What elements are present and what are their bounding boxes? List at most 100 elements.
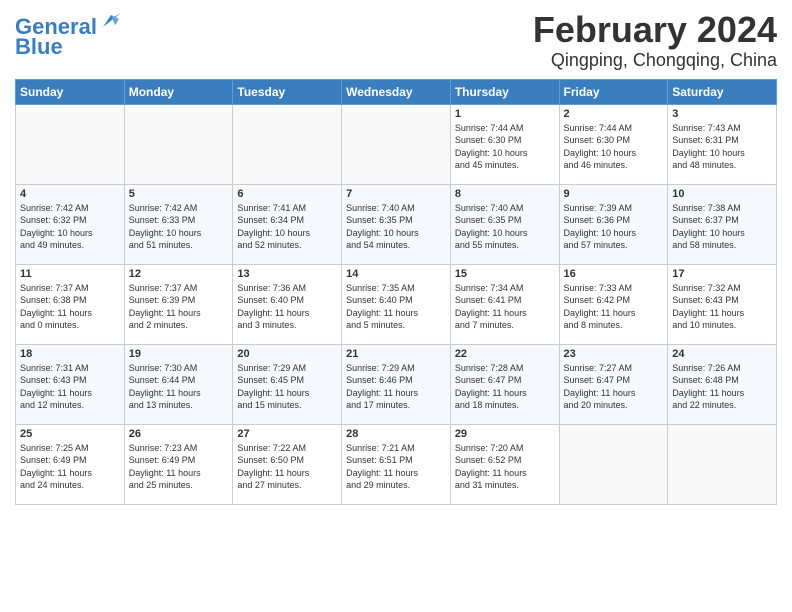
day-number: 23 <box>564 348 664 360</box>
day-info: Sunrise: 7:37 AM Sunset: 6:38 PM Dayligh… <box>20 282 120 332</box>
table-row <box>668 424 777 504</box>
table-row: 18 Sunrise: 7:31 AM Sunset: 6:43 PM Dayli… <box>16 344 125 424</box>
table-row: 19 Sunrise: 7:30 AM Sunset: 6:44 PM Dayli… <box>124 344 233 424</box>
table-row: 8 Sunrise: 7:40 AM Sunset: 6:35 PM Daylig… <box>450 184 559 264</box>
table-row: 15 Sunrise: 7:34 AM Sunset: 6:41 PM Dayli… <box>450 264 559 344</box>
day-number: 22 <box>455 348 555 360</box>
day-info: Sunrise: 7:27 AM Sunset: 6:47 PM Dayligh… <box>564 362 664 412</box>
day-info: Sunrise: 7:23 AM Sunset: 6:49 PM Dayligh… <box>129 442 229 492</box>
calendar-week-row-1: 1 Sunrise: 7:44 AM Sunset: 6:30 PM Daylig… <box>16 104 777 184</box>
table-row: 25 Sunrise: 7:25 AM Sunset: 6:49 PM Dayli… <box>16 424 125 504</box>
day-number: 11 <box>20 268 120 280</box>
logo-text2: Blue <box>15 34 63 59</box>
table-row: 29 Sunrise: 7:20 AM Sunset: 6:52 PM Dayli… <box>450 424 559 504</box>
day-info: Sunrise: 7:39 AM Sunset: 6:36 PM Dayligh… <box>564 202 664 252</box>
day-info: Sunrise: 7:29 AM Sunset: 6:46 PM Dayligh… <box>346 362 446 412</box>
day-number: 29 <box>455 428 555 440</box>
table-row: 22 Sunrise: 7:28 AM Sunset: 6:47 PM Dayli… <box>450 344 559 424</box>
day-number: 27 <box>237 428 337 440</box>
day-info: Sunrise: 7:20 AM Sunset: 6:52 PM Dayligh… <box>455 442 555 492</box>
day-number: 19 <box>129 348 229 360</box>
day-info: Sunrise: 7:44 AM Sunset: 6:30 PM Dayligh… <box>564 122 664 172</box>
table-row: 11 Sunrise: 7:37 AM Sunset: 6:38 PM Dayli… <box>16 264 125 344</box>
day-number: 24 <box>672 348 772 360</box>
day-info: Sunrise: 7:29 AM Sunset: 6:45 PM Dayligh… <box>237 362 337 412</box>
day-number: 28 <box>346 428 446 440</box>
table-row <box>233 104 342 184</box>
day-number: 10 <box>672 188 772 200</box>
col-sunday: Sunday <box>16 79 125 104</box>
day-number: 25 <box>20 428 120 440</box>
day-info: Sunrise: 7:42 AM Sunset: 6:33 PM Dayligh… <box>129 202 229 252</box>
table-row: 6 Sunrise: 7:41 AM Sunset: 6:34 PM Daylig… <box>233 184 342 264</box>
col-wednesday: Wednesday <box>342 79 451 104</box>
day-number: 1 <box>455 108 555 120</box>
day-info: Sunrise: 7:44 AM Sunset: 6:30 PM Dayligh… <box>455 122 555 172</box>
day-number: 18 <box>20 348 120 360</box>
page-container: General Blue February 2024 Qingping, Cho… <box>0 0 792 515</box>
day-number: 12 <box>129 268 229 280</box>
table-row: 5 Sunrise: 7:42 AM Sunset: 6:33 PM Daylig… <box>124 184 233 264</box>
col-tuesday: Tuesday <box>233 79 342 104</box>
table-row: 24Sunrise: 7:26 AM Sunset: 6:48 PM Dayli… <box>668 344 777 424</box>
col-monday: Monday <box>124 79 233 104</box>
table-row: 3Sunrise: 7:43 AM Sunset: 6:31 PM Daylig… <box>668 104 777 184</box>
day-number: 9 <box>564 188 664 200</box>
day-info: Sunrise: 7:40 AM Sunset: 6:35 PM Dayligh… <box>455 202 555 252</box>
table-row <box>342 104 451 184</box>
day-number: 14 <box>346 268 446 280</box>
day-info: Sunrise: 7:36 AM Sunset: 6:40 PM Dayligh… <box>237 282 337 332</box>
day-info: Sunrise: 7:21 AM Sunset: 6:51 PM Dayligh… <box>346 442 446 492</box>
calendar-week-row-3: 11 Sunrise: 7:37 AM Sunset: 6:38 PM Dayli… <box>16 264 777 344</box>
day-info: Sunrise: 7:34 AM Sunset: 6:41 PM Dayligh… <box>455 282 555 332</box>
table-row: 10 Sunrise: 7:38 AM Sunset: 6:37 PM Dayli… <box>668 184 777 264</box>
table-row <box>16 104 125 184</box>
table-row: 4 Sunrise: 7:42 AM Sunset: 6:32 PM Daylig… <box>16 184 125 264</box>
table-row: 23 Sunrise: 7:27 AM Sunset: 6:47 PM Dayli… <box>559 344 668 424</box>
day-number: 16 <box>564 268 664 280</box>
logo: General Blue <box>15 15 123 59</box>
day-info: Sunrise: 7:31 AM Sunset: 6:43 PM Dayligh… <box>20 362 120 412</box>
day-number: 21 <box>346 348 446 360</box>
day-number: 6 <box>237 188 337 200</box>
day-info: Sunrise: 7:22 AM Sunset: 6:50 PM Dayligh… <box>237 442 337 492</box>
calendar-header-row: Sunday Monday Tuesday Wednesday Thursday… <box>16 79 777 104</box>
day-info: Sunrise: 7:32 AM Sunset: 6:43 PM Dayligh… <box>672 282 772 332</box>
table-row: 2Sunrise: 7:44 AM Sunset: 6:30 PM Daylig… <box>559 104 668 184</box>
table-row: 12 Sunrise: 7:37 AM Sunset: 6:39 PM Dayli… <box>124 264 233 344</box>
table-row: 21 Sunrise: 7:29 AM Sunset: 6:46 PM Dayli… <box>342 344 451 424</box>
table-row: 9 Sunrise: 7:39 AM Sunset: 6:36 PM Daylig… <box>559 184 668 264</box>
calendar-week-row-2: 4 Sunrise: 7:42 AM Sunset: 6:32 PM Daylig… <box>16 184 777 264</box>
logo-bird-icon <box>99 11 123 35</box>
day-info: Sunrise: 7:28 AM Sunset: 6:47 PM Dayligh… <box>455 362 555 412</box>
day-info: Sunrise: 7:25 AM Sunset: 6:49 PM Dayligh… <box>20 442 120 492</box>
day-info: Sunrise: 7:35 AM Sunset: 6:40 PM Dayligh… <box>346 282 446 332</box>
calendar-body: 1 Sunrise: 7:44 AM Sunset: 6:30 PM Daylig… <box>16 104 777 504</box>
day-info: Sunrise: 7:42 AM Sunset: 6:32 PM Dayligh… <box>20 202 120 252</box>
calendar-week-row-4: 18 Sunrise: 7:31 AM Sunset: 6:43 PM Dayli… <box>16 344 777 424</box>
calendar-title: February 2024 <box>533 10 777 50</box>
day-number: 7 <box>346 188 446 200</box>
day-info: Sunrise: 7:33 AM Sunset: 6:42 PM Dayligh… <box>564 282 664 332</box>
table-row: 27 Sunrise: 7:22 AM Sunset: 6:50 PM Dayli… <box>233 424 342 504</box>
day-number: 5 <box>129 188 229 200</box>
title-block: February 2024 Qingping, Chongqing, China <box>533 10 777 71</box>
day-info: Sunrise: 7:40 AM Sunset: 6:35 PM Dayligh… <box>346 202 446 252</box>
calendar-subtitle: Qingping, Chongqing, China <box>533 50 777 71</box>
table-row: 20Sunrise: 7:29 AM Sunset: 6:45 PM Dayli… <box>233 344 342 424</box>
day-number: 15 <box>455 268 555 280</box>
day-info: Sunrise: 7:30 AM Sunset: 6:44 PM Dayligh… <box>129 362 229 412</box>
calendar-table: Sunday Monday Tuesday Wednesday Thursday… <box>15 79 777 505</box>
day-number: 13 <box>237 268 337 280</box>
day-number: 8 <box>455 188 555 200</box>
day-info: Sunrise: 7:37 AM Sunset: 6:39 PM Dayligh… <box>129 282 229 332</box>
table-row: 14 Sunrise: 7:35 AM Sunset: 6:40 PM Dayli… <box>342 264 451 344</box>
table-row: 26 Sunrise: 7:23 AM Sunset: 6:49 PM Dayli… <box>124 424 233 504</box>
day-number: 4 <box>20 188 120 200</box>
day-info: Sunrise: 7:38 AM Sunset: 6:37 PM Dayligh… <box>672 202 772 252</box>
day-number: 26 <box>129 428 229 440</box>
col-friday: Friday <box>559 79 668 104</box>
day-info: Sunrise: 7:41 AM Sunset: 6:34 PM Dayligh… <box>237 202 337 252</box>
table-row <box>559 424 668 504</box>
col-thursday: Thursday <box>450 79 559 104</box>
